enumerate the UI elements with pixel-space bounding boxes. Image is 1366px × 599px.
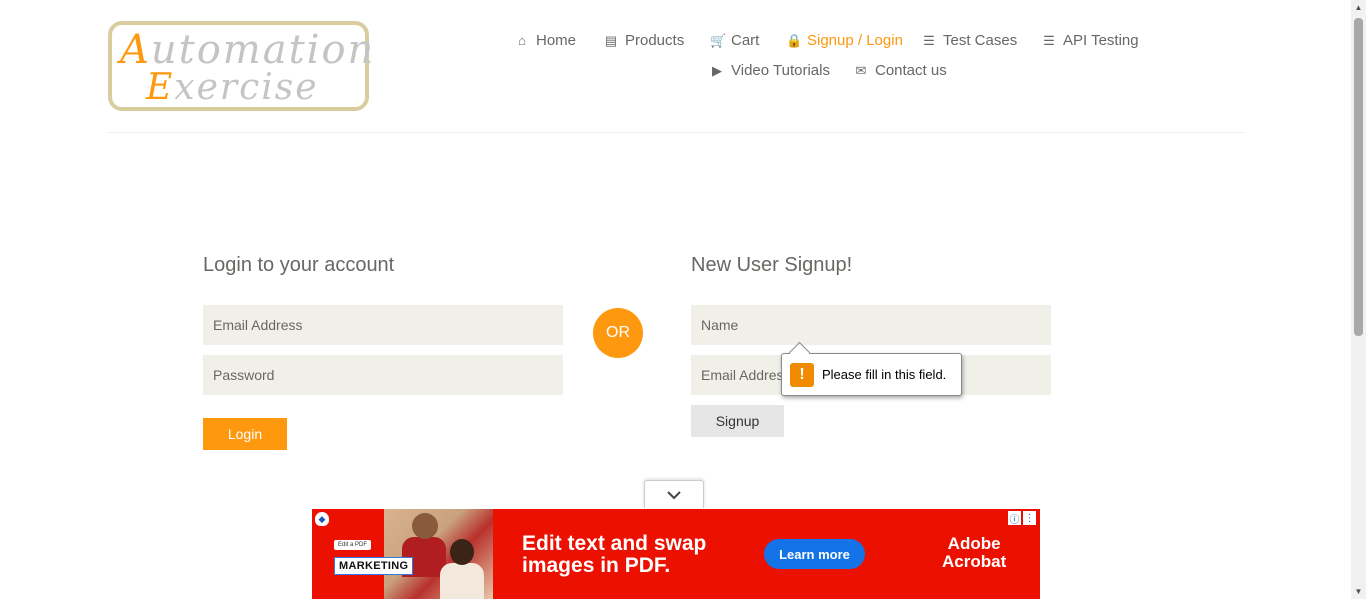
ad-image bbox=[384, 509, 493, 599]
scroll-down-arrow-icon[interactable]: ▼ bbox=[1354, 587, 1363, 596]
nav-home[interactable]: ⌂ Home bbox=[515, 32, 576, 49]
nav-api-testing[interactable]: ☰ API Testing bbox=[1042, 32, 1138, 49]
envelope-icon: ✉ bbox=[855, 62, 867, 78]
login-password-input[interactable] bbox=[203, 355, 563, 395]
nav-test-cases[interactable]: ☰ Test Cases bbox=[922, 32, 1017, 49]
scroll-thumb[interactable] bbox=[1354, 18, 1363, 336]
validation-message: Please fill in this field. bbox=[822, 367, 947, 382]
ad-headline: Edit text and swap images in PDF. bbox=[522, 532, 707, 577]
or-badge: OR bbox=[593, 308, 643, 358]
nav-signup-login[interactable]: 🔒 Signup / Login bbox=[786, 32, 903, 49]
shield-icon: ◆ bbox=[315, 512, 329, 526]
nav-cart[interactable]: 🛒 Cart bbox=[710, 32, 759, 49]
nav-products[interactable]: ▤ Products bbox=[604, 32, 684, 49]
signup-name-input[interactable] bbox=[691, 305, 1051, 345]
more-options-icon[interactable]: ⋮ bbox=[1023, 511, 1036, 525]
nav-contact-us[interactable]: ✉ Contact us bbox=[854, 62, 947, 79]
chevron-down-icon bbox=[667, 490, 681, 499]
ad-tag: MARKETING bbox=[334, 557, 414, 575]
warning-icon: ! bbox=[790, 362, 814, 387]
header-divider bbox=[107, 132, 1245, 133]
page-scrollbar[interactable]: ▲ ▼ bbox=[1351, 0, 1366, 599]
signup-title: New User Signup! bbox=[691, 254, 853, 276]
briefcase-icon: ▤ bbox=[604, 32, 618, 48]
info-icon[interactable]: ⓘ bbox=[1008, 511, 1021, 526]
login-button[interactable]: Login bbox=[203, 418, 287, 450]
ad-chip: Edit a PDF bbox=[334, 540, 372, 550]
nav-video-tutorials[interactable]: ▶ Video Tutorials bbox=[710, 62, 830, 79]
site-logo[interactable]: Automation Exercise bbox=[108, 21, 373, 111]
signup-button[interactable]: Signup bbox=[691, 405, 784, 437]
login-email-input[interactable] bbox=[203, 305, 563, 345]
ad-learn-more-button[interactable]: Learn more bbox=[764, 539, 865, 569]
logo-word-exercise: xercise bbox=[174, 67, 319, 108]
youtube-icon: ▶ bbox=[712, 62, 722, 78]
lock-icon: 🔒 bbox=[786, 32, 803, 48]
list-icon: ☰ bbox=[923, 32, 935, 48]
validation-tooltip: ! Please fill in this field. bbox=[781, 353, 962, 396]
login-title: Login to your account bbox=[203, 254, 395, 276]
ad-brand: Adobe Acrobat bbox=[942, 534, 1007, 571]
home-icon: ⌂ bbox=[518, 33, 526, 48]
logo-letter-e: E bbox=[146, 67, 175, 108]
list-icon: ☰ bbox=[1043, 32, 1055, 48]
ad-collapse-toggle[interactable] bbox=[644, 480, 704, 508]
ad-banner[interactable]: ◆ Edit a PDF MARKETING Edit text and swa… bbox=[312, 509, 1040, 599]
ad-info-controls: ⓘ ⋮ bbox=[1008, 511, 1036, 526]
scroll-up-arrow-icon[interactable]: ▲ bbox=[1354, 3, 1363, 12]
cart-icon: 🛒 bbox=[710, 32, 727, 48]
